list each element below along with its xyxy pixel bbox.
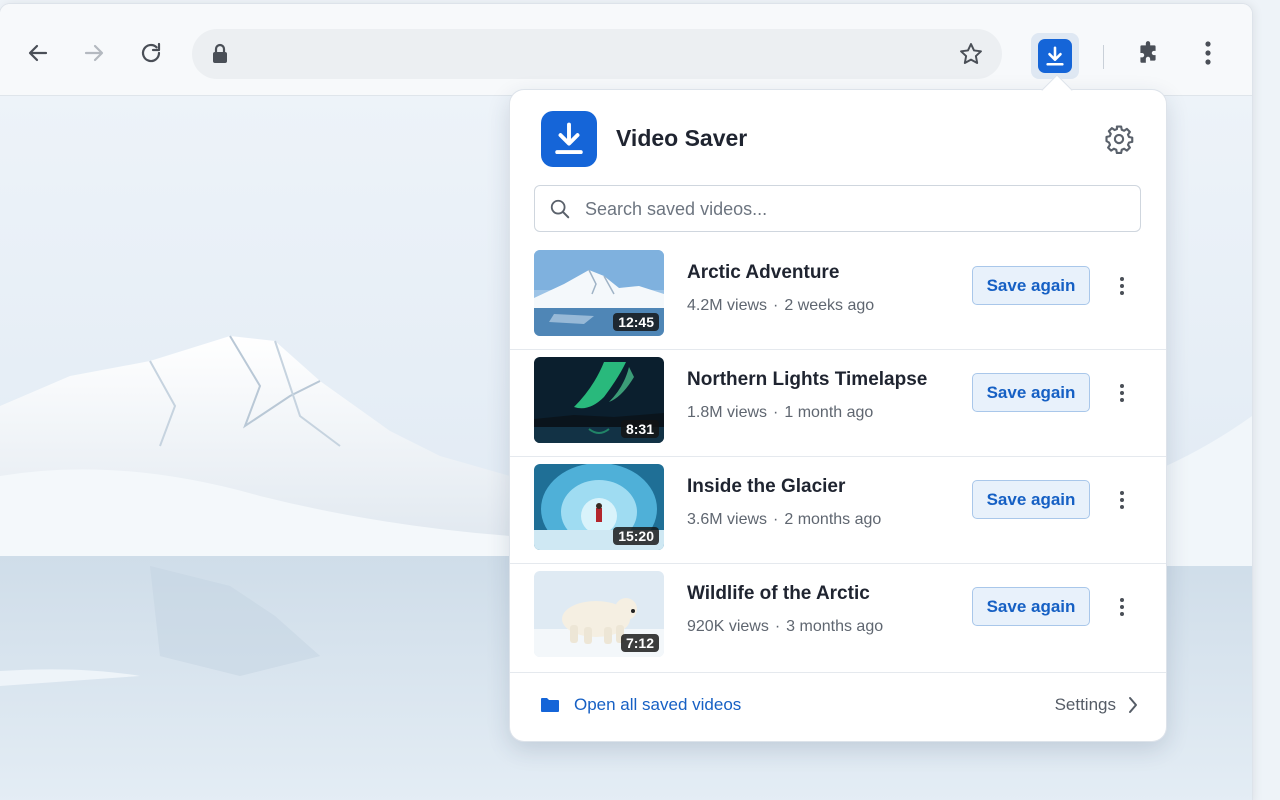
video-saver-extension-button[interactable] xyxy=(1031,33,1079,79)
meta-separator: · xyxy=(773,297,779,314)
video-views: 920K views xyxy=(687,618,769,635)
video-views: 4.2M views xyxy=(687,297,768,314)
video-thumbnail[interactable]: 8:31 xyxy=(534,357,664,443)
saved-videos-list: 12:45 Arctic Adventure 4.2M views · 2 week… xyxy=(510,243,1166,671)
video-title[interactable]: Arctic Adventure xyxy=(687,262,839,284)
video-title[interactable]: Inside the Glacier xyxy=(687,476,845,498)
settings-link[interactable]: Settings xyxy=(1055,695,1138,715)
reload-button[interactable] xyxy=(131,33,171,73)
video-duration: 7:12 xyxy=(620,634,659,652)
video-meta: 1.8M views · 1 month ago xyxy=(687,404,873,422)
open-all-label: Open all saved videos xyxy=(574,695,742,714)
chevron-right-icon xyxy=(1129,697,1137,713)
save-again-button[interactable]: Save again xyxy=(972,480,1090,519)
video-meta: 3.6M views · 2 months ago xyxy=(687,511,881,529)
more-options-button[interactable] xyxy=(1110,378,1134,408)
browser-menu-button[interactable] xyxy=(1188,33,1228,73)
gear-icon[interactable] xyxy=(1104,124,1134,154)
video-meta: 920K views · 3 months ago xyxy=(687,618,883,636)
search-box[interactable] xyxy=(534,185,1141,232)
forward-arrow-icon xyxy=(84,44,104,62)
download-icon xyxy=(555,122,583,155)
video-age: 2 months ago xyxy=(784,511,882,528)
back-arrow-icon xyxy=(28,44,48,62)
meta-separator: · xyxy=(773,404,779,421)
kebab-icon xyxy=(1120,598,1124,616)
list-item[interactable]: 12:45 Arctic Adventure 4.2M views · 2 week… xyxy=(510,243,1166,350)
puzzle-icon xyxy=(1140,41,1156,63)
video-views: 1.8M views xyxy=(687,404,768,421)
video-views: 3.6M views xyxy=(687,511,768,528)
video-thumbnail[interactable]: 7:12 xyxy=(534,571,664,657)
search-icon xyxy=(550,199,570,219)
video-meta: 4.2M views · 2 weeks ago xyxy=(687,297,874,315)
kebab-icon xyxy=(1120,384,1124,402)
lock-icon xyxy=(213,43,227,63)
list-item[interactable]: 15:20 Inside the Glacier 3.6M views · 2 mo… xyxy=(510,457,1166,564)
meta-separator: · xyxy=(773,511,779,528)
video-duration: 8:31 xyxy=(620,420,659,438)
save-again-button[interactable]: Save again xyxy=(972,373,1090,412)
video-age: 2 weeks ago xyxy=(784,297,875,314)
open-all-saved-videos-link[interactable]: Open all saved videos xyxy=(540,695,741,715)
more-options-button[interactable] xyxy=(1110,271,1134,301)
folder-icon xyxy=(541,698,559,712)
download-icon xyxy=(1046,46,1064,66)
back-button[interactable] xyxy=(18,33,58,73)
video-duration: 12:45 xyxy=(613,313,659,331)
video-saver-popup: Video Saver 12:45 Arctic Adventure xyxy=(510,90,1166,741)
app-logo xyxy=(541,111,597,167)
list-item[interactable]: 7:12 Wildlife of the Arctic 920K views · 3… xyxy=(510,564,1166,671)
address-input[interactable] xyxy=(242,39,942,69)
save-again-button[interactable]: Save again xyxy=(972,587,1090,626)
more-options-button[interactable] xyxy=(1110,592,1134,622)
video-age: 3 months ago xyxy=(786,618,884,635)
popup-title: Video Saver xyxy=(616,125,748,151)
save-again-button[interactable]: Save again xyxy=(972,266,1090,305)
list-item[interactable]: 8:31 Northern Lights Timelapse 1.8M view… xyxy=(510,350,1166,457)
kebab-icon xyxy=(1120,277,1124,295)
forward-button[interactable] xyxy=(74,33,114,73)
video-duration: 15:20 xyxy=(613,527,659,545)
kebab-icon xyxy=(1205,41,1211,65)
video-title[interactable]: Northern Lights Timelapse xyxy=(687,369,927,391)
address-bar[interactable] xyxy=(192,29,1002,79)
more-options-button[interactable] xyxy=(1110,485,1134,515)
meta-separator: · xyxy=(774,618,781,635)
kebab-icon xyxy=(1120,491,1124,509)
settings-label: Settings xyxy=(1054,695,1116,714)
video-thumbnail[interactable]: 15:20 xyxy=(534,464,664,550)
video-age: 1 month ago xyxy=(784,404,874,421)
star-icon[interactable] xyxy=(958,41,984,67)
toolbar-divider xyxy=(1103,45,1104,69)
extensions-button[interactable] xyxy=(1128,33,1168,73)
video-thumbnail[interactable]: 12:45 xyxy=(534,250,664,336)
popup-footer: Open all saved videos Settings xyxy=(510,672,1166,741)
download-tile xyxy=(1038,39,1072,73)
reload-icon xyxy=(141,42,161,63)
search-input[interactable] xyxy=(585,195,1125,223)
video-title[interactable]: Wildlife of the Arctic xyxy=(687,583,870,605)
